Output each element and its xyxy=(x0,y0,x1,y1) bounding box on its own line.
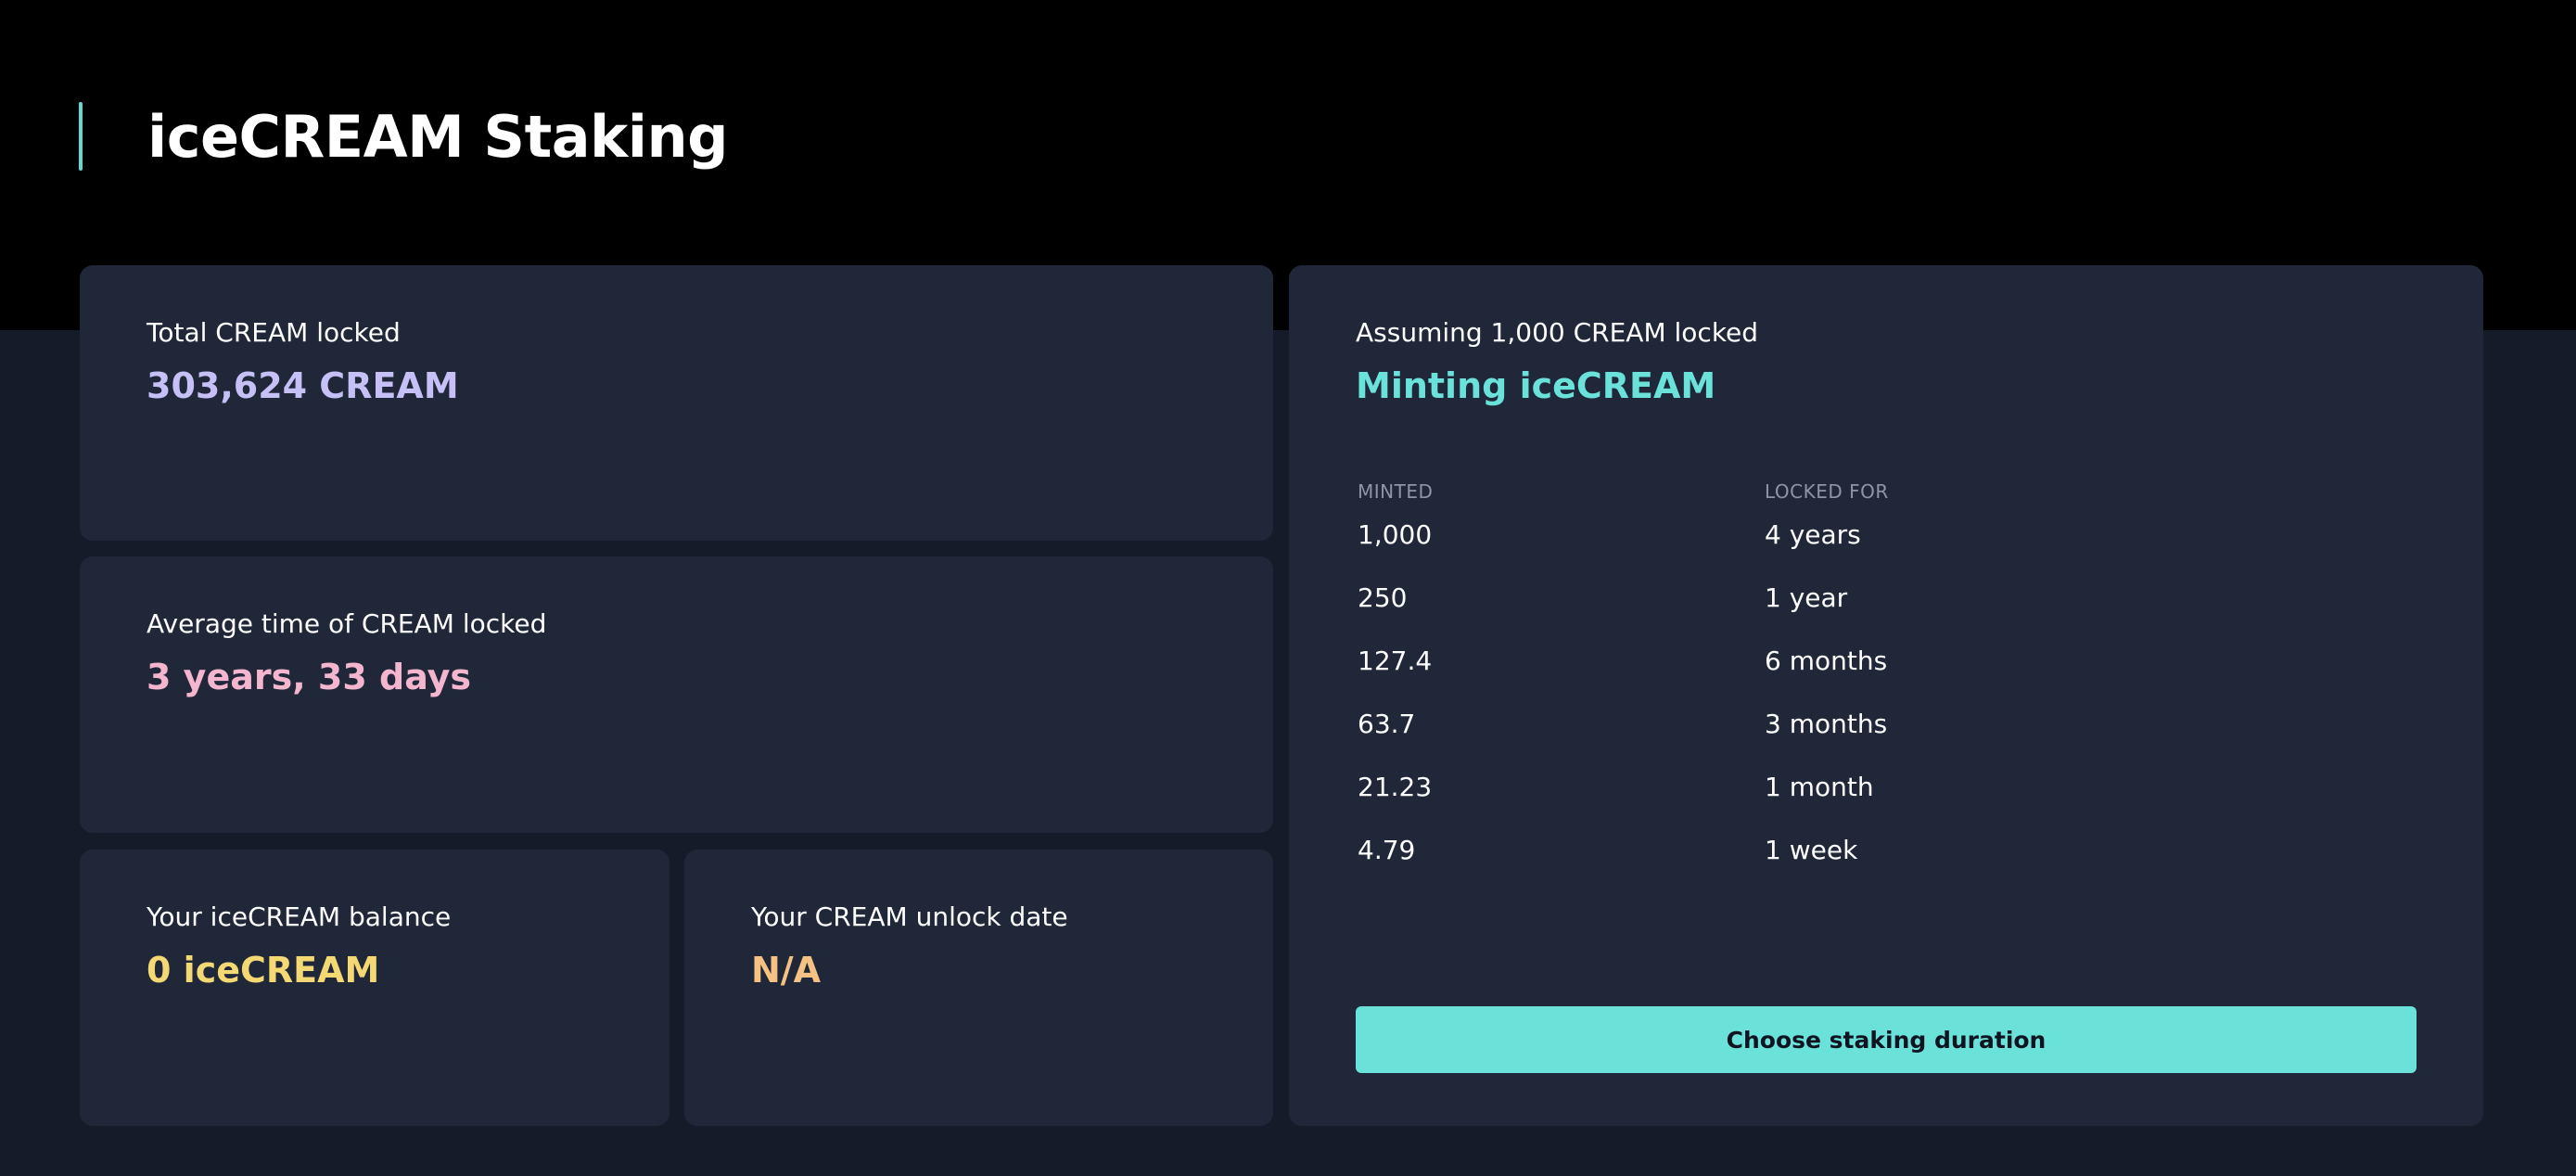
locked-for-cell: 6 months xyxy=(1765,646,1888,676)
unlock-date-card: Your CREAM unlock date N/A xyxy=(684,850,1273,1126)
table-row: 1,000 4 years xyxy=(1289,510,2483,573)
total-locked-label: Total CREAM locked xyxy=(147,317,401,348)
title-accent-bar xyxy=(79,102,83,171)
minted-cell: 4.79 xyxy=(1358,835,1416,865)
minted-cell: 63.7 xyxy=(1358,709,1416,739)
unlock-date-label: Your CREAM unlock date xyxy=(751,901,1068,932)
minted-cell: 127.4 xyxy=(1358,646,1433,676)
icecream-balance-card: Your iceCREAM balance 0 iceCREAM xyxy=(80,850,670,1126)
page-header: iceCREAM Staking xyxy=(79,102,729,171)
minting-title: Minting iceCREAM xyxy=(1356,365,1716,406)
average-time-value: 3 years, 33 days xyxy=(147,657,472,697)
minted-cell: 250 xyxy=(1358,582,1408,613)
total-locked-card: Total CREAM locked 303,624 CREAM xyxy=(80,265,1273,541)
average-time-label: Average time of CREAM locked xyxy=(147,608,547,639)
locked-for-cell: 1 week xyxy=(1765,835,1858,865)
table-row: 127.4 6 months xyxy=(1289,636,2483,699)
minted-cell: 21.23 xyxy=(1358,772,1433,802)
minting-table: 1,000 4 years 250 1 year 127.4 6 months … xyxy=(1289,510,2483,888)
choose-staking-duration-button[interactable]: Choose staking duration xyxy=(1356,1006,2417,1073)
average-time-card: Average time of CREAM locked 3 years, 33… xyxy=(80,556,1273,833)
table-row: 21.23 1 month xyxy=(1289,762,2483,825)
unlock-date-value: N/A xyxy=(751,950,822,991)
total-locked-value: 303,624 CREAM xyxy=(147,365,459,406)
table-row: 63.7 3 months xyxy=(1289,699,2483,762)
column-header-minted: MINTED xyxy=(1358,480,1434,503)
minted-cell: 1,000 xyxy=(1358,519,1433,550)
locked-for-cell: 1 month xyxy=(1765,772,1874,802)
minting-card: Assuming 1,000 CREAM locked Minting iceC… xyxy=(1289,265,2483,1126)
minting-subtitle: Assuming 1,000 CREAM locked xyxy=(1356,317,1759,348)
page-title: iceCREAM Staking xyxy=(147,102,729,171)
locked-for-cell: 3 months xyxy=(1765,709,1888,739)
locked-for-cell: 4 years xyxy=(1765,519,1861,550)
column-header-locked-for: LOCKED FOR xyxy=(1765,480,1889,503)
icecream-balance-label: Your iceCREAM balance xyxy=(147,901,452,932)
locked-for-cell: 1 year xyxy=(1765,582,1848,613)
table-row: 250 1 year xyxy=(1289,573,2483,636)
table-row: 4.79 1 week xyxy=(1289,825,2483,888)
icecream-balance-value: 0 iceCREAM xyxy=(147,950,380,991)
